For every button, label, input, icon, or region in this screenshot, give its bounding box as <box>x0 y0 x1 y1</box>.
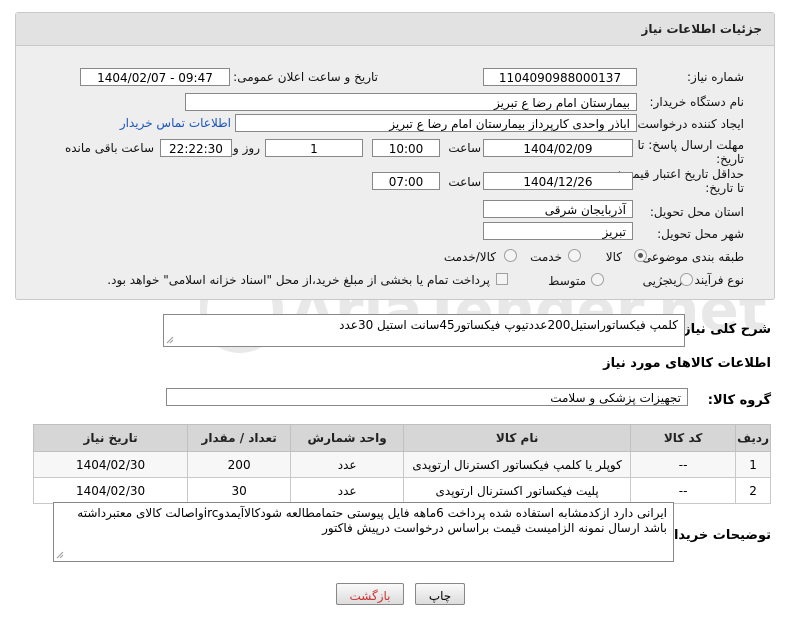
cell-unit: عدد <box>290 451 405 478</box>
cell-row: 2 <box>735 477 771 504</box>
validity-time-label: ساعت <box>448 175 481 189</box>
treasury-checkbox[interactable] <box>496 273 508 285</box>
buyer-notes-text: ایرانی دارد ازکدمشابه استفاده شده پرداخت… <box>77 506 667 535</box>
cell-unit: عدد <box>290 477 405 504</box>
province-label: استان محل تحویل: <box>649 205 744 219</box>
validity-label: حداقل تاریخ اعتبار قیمت: <box>617 167 744 181</box>
category-radio-service[interactable] <box>568 249 581 262</box>
table-row[interactable]: 2 -- پلیت فیکساتور اکسترنال ارتوپدی عدد … <box>32 477 771 504</box>
cell-code: -- <box>630 451 737 478</box>
process-label: نوع فرآیند خرید : <box>659 273 744 287</box>
buyer-contact-link[interactable]: اطلاعات تماس خریدار <box>120 116 231 130</box>
category-label: طبقه بندی موضوعی: <box>637 250 744 264</box>
panel-header: جزئیات اطلاعات نیاز <box>16 13 774 46</box>
remaining-label: ساعت باقی مانده <box>64 141 154 155</box>
category-radio-both[interactable] <box>504 249 517 262</box>
province-field[interactable]: آذربایجان شرقی <box>483 200 633 218</box>
validity-date-field[interactable]: 1404/12/26 <box>483 172 633 190</box>
deadline-date-field[interactable]: 1404/02/09 <box>483 139 633 157</box>
category-option-service: خدمت <box>530 250 562 264</box>
validity-time-field[interactable]: 07:00 <box>372 172 440 190</box>
col-code: کد کالا <box>630 424 737 452</box>
buyer-field[interactable]: بیمارستان امام رضا ع تبریز <box>185 93 637 111</box>
city-field[interactable]: تبریز <box>483 222 633 240</box>
resize-handle-icon[interactable] <box>166 336 174 344</box>
category-option-both: کالا/خدمت <box>443 250 496 264</box>
table-row[interactable]: 1 -- کوپلر یا کلمپ فیکساتور اکسترنال ارت… <box>32 451 771 478</box>
validity-label-date: تا تاریخ: <box>705 181 744 195</box>
category-option-goods: کالا <box>605 250 622 264</box>
goods-table: ردیف کد کالا نام کالا واحد شمارش تعداد /… <box>32 424 771 504</box>
back-button[interactable]: بازگشت <box>336 583 404 605</box>
cell-row: 1 <box>735 451 771 478</box>
process-option-medium: متوسط <box>548 274 586 288</box>
cell-date: 1404/02/30 <box>32 477 189 504</box>
cell-name: کوپلر یا کلمپ فیکساتور اکسترنال ارتوپدی <box>403 451 632 478</box>
days-label: روز و <box>233 141 260 155</box>
buyer-notes-label: توضیحات خریدار: <box>661 528 771 543</box>
goods-group-label: گروه کالا: <box>707 393 771 408</box>
col-qty: تعداد / مقدار <box>187 424 292 452</box>
col-row: ردیف <box>735 424 771 452</box>
remaining-days-field[interactable]: 1 <box>265 139 363 157</box>
goods-group-field[interactable]: تجهیزات پزشکی و سلامت <box>166 388 688 406</box>
creator-label: ایجاد کننده درخواست: <box>633 117 744 131</box>
creator-field[interactable]: اباذر واحدی کارپرداز بیمارستان امام رضا … <box>235 114 637 132</box>
goods-section-title: اطلاعات کالاهای مورد نیاز <box>603 356 771 371</box>
announce-label: تاریخ و ساعت اعلان عمومی: <box>233 70 378 84</box>
process-option-minor: جزیی <box>642 274 670 288</box>
print-button[interactable]: چاپ <box>415 583 465 605</box>
process-radio-minor[interactable] <box>680 273 693 286</box>
col-date: تاریخ نیاز <box>32 424 189 452</box>
table-header-row: ردیف کد کالا نام کالا واحد شمارش تعداد /… <box>32 424 771 452</box>
cell-name: پلیت فیکساتور اکسترنال ارتوپدی <box>403 477 632 504</box>
payment-note: پرداخت تمام یا بخشی از مبلغ خرید،از محل … <box>107 273 490 287</box>
panel-title: جزئیات اطلاعات نیاز <box>641 22 762 36</box>
process-radio-medium[interactable] <box>591 273 604 286</box>
deadline-label-date: تاریخ: <box>716 152 744 166</box>
col-unit: واحد شمارش <box>290 424 405 452</box>
deadline-time-field[interactable]: 10:00 <box>372 139 440 157</box>
remaining-time-field[interactable]: 22:22:30 <box>160 139 232 157</box>
buyer-label: نام دستگاه خریدار: <box>649 95 745 109</box>
deadline-label: مهلت ارسال پاسخ: تا <box>637 138 744 152</box>
buyer-notes-field[interactable]: ایرانی دارد ازکدمشابه استفاده شده پرداخت… <box>53 502 674 562</box>
need-number-label: شماره نیاز: <box>687 70 744 84</box>
announce-datetime-field[interactable]: 1404/02/07 - 09:47 <box>80 68 230 86</box>
resize-handle-icon[interactable] <box>56 551 64 559</box>
city-label: شهر محل تحویل: <box>657 227 744 241</box>
deadline-time-label: ساعت <box>448 141 481 155</box>
category-radio-goods[interactable] <box>634 249 647 262</box>
description-field[interactable]: کلمپ فیکساتوراستیل200عددتیوپ فیکساتور45س… <box>163 314 685 347</box>
cell-qty: 200 <box>187 451 292 478</box>
cell-date: 1404/02/30 <box>32 451 189 478</box>
cell-code: -- <box>630 477 737 504</box>
col-name: نام کالا <box>403 424 632 452</box>
need-number-field[interactable]: 1104090988000137 <box>483 68 637 86</box>
cell-qty: 30 <box>187 477 292 504</box>
description-label: شرح کلی نیاز: <box>677 322 771 337</box>
description-text: کلمپ فیکساتوراستیل200عددتیوپ فیکساتور45س… <box>339 318 678 332</box>
